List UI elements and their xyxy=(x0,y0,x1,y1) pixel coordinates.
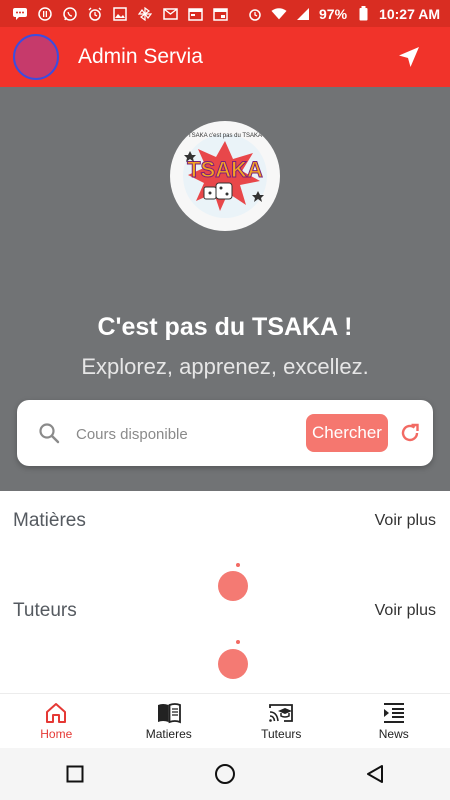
loading-dot xyxy=(236,563,240,567)
home-icon xyxy=(46,703,67,723)
wifi-icon xyxy=(271,7,287,21)
clock-time: 10:27 AM xyxy=(379,5,440,22)
battery-percent: 97% xyxy=(319,5,348,22)
status-bar: 97% 10:27 AM xyxy=(0,0,450,27)
recents-button[interactable] xyxy=(62,761,88,787)
matieres-title: Matières xyxy=(13,510,86,531)
signal-icon xyxy=(295,7,311,21)
home-system-button[interactable] xyxy=(212,761,238,787)
loading-dot xyxy=(236,640,240,644)
matieres-voir-plus-link[interactable]: Voir plus xyxy=(375,512,436,530)
book-icon xyxy=(157,703,181,724)
tuteurs-title: Tuteurs xyxy=(13,600,77,621)
alarm-icon xyxy=(87,7,103,21)
calendar-icon xyxy=(187,7,203,21)
back-triangle-icon xyxy=(367,765,383,783)
app-bar: Admin Servia xyxy=(0,27,450,87)
refresh-icon[interactable] xyxy=(398,421,422,445)
circle-icon xyxy=(215,764,235,784)
tsaka-logo: TSAKA TSAKA c'est pas du TSAKA xyxy=(170,121,280,231)
avatar[interactable] xyxy=(13,34,59,80)
pinwheel-icon xyxy=(137,6,153,21)
nav-label-matieres: Matieres xyxy=(145,727,192,741)
pause-circle-icon xyxy=(37,6,53,21)
search-card: Chercher xyxy=(17,400,433,466)
loading-indicator xyxy=(218,649,248,679)
calendar-2-icon xyxy=(212,7,228,21)
nav-label-tuteurs: Tuteurs xyxy=(261,727,302,741)
search-input[interactable] xyxy=(74,420,298,448)
system-status: 97% 10:27 AM xyxy=(247,6,450,22)
back-button[interactable] xyxy=(362,761,388,787)
nav-item-home[interactable]: Home xyxy=(0,694,113,749)
nav-item-news[interactable]: News xyxy=(338,694,450,749)
hero-headline: C'est pas du TSAKA ! xyxy=(97,313,353,341)
search-button[interactable]: Chercher xyxy=(306,414,388,452)
image-icon xyxy=(112,6,128,21)
chat-bubble-icon xyxy=(12,7,28,21)
bottom-navigation: Home Matieres Tuteurs News xyxy=(0,693,450,749)
alarm-clock-icon xyxy=(247,7,263,21)
notification-icons xyxy=(0,6,228,21)
whatsapp-icon xyxy=(62,6,78,21)
search-icon xyxy=(37,421,61,445)
logo-ring-text: TSAKA c'est pas du TSAKA xyxy=(188,133,262,139)
loading-indicator xyxy=(218,571,248,601)
navigation-arrow-icon xyxy=(399,47,419,67)
nav-item-tuteurs[interactable]: Tuteurs xyxy=(225,694,338,749)
tuteurs-voir-plus-link[interactable]: Voir plus xyxy=(375,602,436,620)
navigation-arrow-button[interactable] xyxy=(396,44,422,70)
nav-item-matieres[interactable]: Matieres xyxy=(113,694,226,749)
mail-icon xyxy=(162,7,178,21)
hero-subline: Explorez, apprenez, excellez. xyxy=(81,354,369,379)
battery-icon xyxy=(355,6,371,21)
matieres-section-header: Matières Voir plus xyxy=(0,510,450,540)
news-list-icon xyxy=(383,703,404,723)
hero-banner: TSAKA TSAKA c'est pas du TSAKA C'est pas… xyxy=(0,87,450,491)
logo-wordmark: TSAKA xyxy=(187,157,263,182)
system-navigation-bar xyxy=(0,748,450,800)
tuteurs-section-header: Tuteurs Voir plus xyxy=(0,600,450,630)
cast-education-icon xyxy=(269,704,294,722)
app-title: Admin Servia xyxy=(78,45,203,68)
square-icon xyxy=(66,765,84,783)
nav-label-news: News xyxy=(378,727,409,741)
nav-label-home: Home xyxy=(40,727,73,741)
